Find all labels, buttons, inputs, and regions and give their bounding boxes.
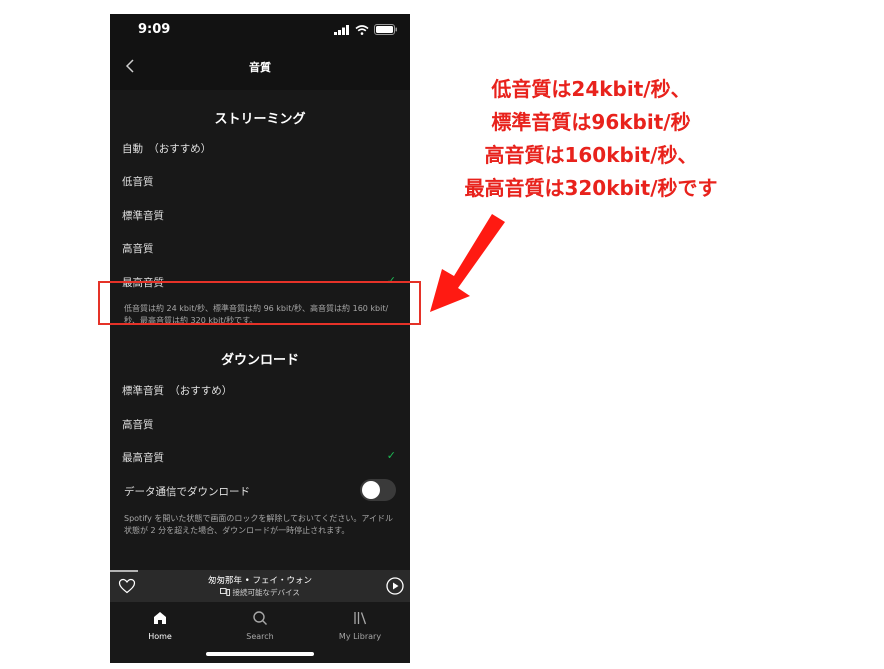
status-icons <box>334 24 398 35</box>
annotation-line: 低音質は24kbit/秒、 <box>491 77 691 101</box>
annotation-line: 最高音質は320kbit/秒です <box>464 176 718 200</box>
signal-icon <box>334 24 349 35</box>
artist-name: フェイ・ウォン <box>252 576 312 586</box>
mobile-data-download-label: データ通信でダウンロード <box>124 486 250 498</box>
bottom-tab-bar: Home Search My Library <box>110 602 410 663</box>
home-icon <box>154 612 166 624</box>
streaming-option-normal[interactable]: 標準音質 <box>122 205 396 225</box>
download-section-title: ダウンロード <box>220 353 299 368</box>
tab-library[interactable]: My Library <box>320 610 400 641</box>
option-label: 最高音質 <box>122 452 164 464</box>
wifi-icon <box>355 24 369 35</box>
title-separator: • <box>242 576 253 586</box>
mobile-data-download-row: データ通信でダウンロード <box>122 481 396 501</box>
track-name: 匆匆那年 <box>208 576 243 586</box>
download-option-high[interactable]: 高音質 <box>122 414 396 434</box>
tab-label: My Library <box>338 632 382 641</box>
option-label: 自動 （おすすめ） <box>122 143 212 155</box>
tab-label: Home <box>148 632 172 641</box>
streaming-option-low[interactable]: 低音質 <box>122 171 396 191</box>
home-indicator <box>206 652 314 656</box>
status-bar: 9:09 <box>110 14 410 46</box>
library-icon <box>354 612 367 625</box>
play-button-icon[interactable] <box>386 577 404 595</box>
option-label: 低音質 <box>122 176 154 188</box>
streaming-option-auto[interactable]: 自動 （おすすめ） <box>122 138 396 158</box>
annotation-line: 標準音質は96kbit/秒 <box>491 110 691 134</box>
page-header: 音質 <box>110 46 410 90</box>
heart-icon[interactable] <box>118 577 136 595</box>
option-label: 高音質 <box>122 243 154 255</box>
tab-search[interactable]: Search <box>220 610 300 641</box>
tab-label: Search <box>246 632 274 641</box>
devices-icon <box>220 588 231 596</box>
download-description: Spotify を開いた状態で画面のロックを解除しておいてください。アイドル状態… <box>124 514 394 535</box>
option-label: 標準音質 <box>122 210 164 222</box>
option-label: 標準音質 （おすすめ） <box>122 385 233 397</box>
streaming-option-high[interactable]: 高音質 <box>122 238 396 258</box>
search-icon <box>253 611 267 625</box>
tab-home[interactable]: Home <box>120 610 200 641</box>
now-playing-device[interactable]: 接続可能なデバイス <box>150 587 370 598</box>
annotation-arrow-icon <box>430 214 505 312</box>
highlight-box <box>98 281 421 325</box>
annotation-text: 低音質は24kbit/秒、 標準音質は96kbit/秒 高音質は160kbit/… <box>426 73 756 205</box>
checkmark-icon: ✓ <box>386 449 396 462</box>
phone-screen: 9:09 音質 ストリーミング 自動 （おすすめ） 低音質 標準音質 高音質 最… <box>110 14 410 663</box>
download-option-very-high[interactable]: 最高音質 ✓ <box>122 447 396 467</box>
toggle-knob <box>362 481 380 499</box>
status-time: 9:09 <box>138 22 171 37</box>
download-option-normal[interactable]: 標準音質 （おすすめ） <box>122 380 396 400</box>
page-title: 音質 <box>249 61 271 74</box>
option-label: 高音質 <box>122 419 154 431</box>
now-playing-title: 匆匆那年 • フェイ・ウォン <box>150 574 370 586</box>
battery-icon <box>374 24 397 35</box>
playback-progress <box>110 570 138 572</box>
settings-content: ストリーミング 自動 （おすすめ） 低音質 標準音質 高音質 最高音質 ✓ 低音… <box>110 90 410 570</box>
now-playing-bar[interactable]: 匆匆那年 • フェイ・ウォン 接続可能なデバイス <box>110 570 410 602</box>
mobile-data-download-toggle[interactable] <box>360 479 396 501</box>
annotation-line: 高音質は160kbit/秒、 <box>484 143 698 167</box>
device-label: 接続可能なデバイス <box>232 588 300 597</box>
streaming-section-title: ストリーミング <box>214 112 306 127</box>
